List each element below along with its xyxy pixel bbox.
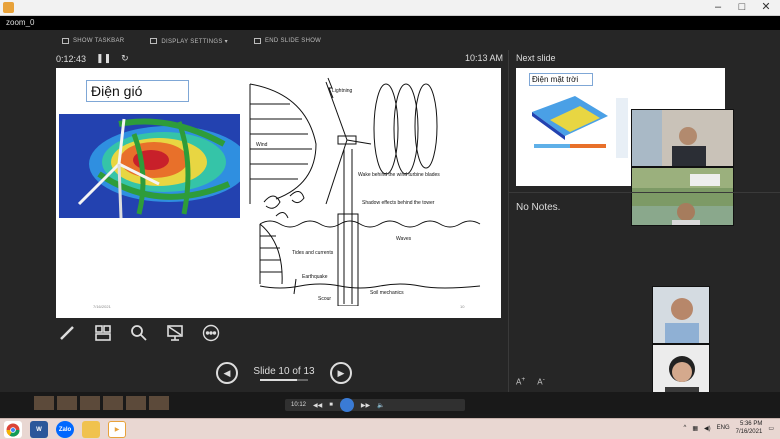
see-all-slides-icon[interactable] <box>92 322 114 344</box>
end-slide-show-button[interactable]: END SLIDE SHOW <box>253 34 321 48</box>
label-soil: Soil mechanics <box>370 290 404 296</box>
show-taskbar-button[interactable]: SHOW TASKBAR <box>62 34 124 48</box>
end-show-icon <box>253 38 261 44</box>
taskbar-date: 7/16/2021 <box>735 429 763 435</box>
turbine-loads-diagram: Lightning Wind Wake behind the wind turb… <box>249 77 481 306</box>
slide-counter-wrap: Slide 10 of 13 <box>246 366 322 381</box>
label-shadow: Shadow effects behind the tower <box>362 200 435 206</box>
slide-tools <box>56 322 222 344</box>
shared-app-2[interactable] <box>57 396 77 410</box>
speaker-icon[interactable]: ◀) <box>704 425 711 432</box>
chrome-icon[interactable] <box>4 421 22 438</box>
current-slide[interactable]: Điện gió Lightning Wind Wake behind the … <box>56 68 501 318</box>
shared-app-1[interactable] <box>34 396 54 410</box>
slide-progress-bar <box>260 378 308 381</box>
slide-number: 10 <box>460 304 465 309</box>
minimize-button[interactable]: – <box>706 0 730 16</box>
slide-counter: Slide 10 of 13 <box>253 365 315 377</box>
maximize-button[interactable]: □ <box>730 0 754 16</box>
taskbar-time: 5:36 PM <box>739 421 763 427</box>
increase-font-icon[interactable]: A+ <box>516 376 525 387</box>
pause-icon[interactable] <box>339 398 354 412</box>
presenter-view: SHOW TASKBAR DISPLAY SETTINGS ▾ END SLID… <box>0 30 780 404</box>
close-button[interactable]: ✕ <box>754 0 778 16</box>
next-slide-graphic <box>616 98 628 158</box>
slide-navigation: ◀ Slide 10 of 13 ▶ <box>216 362 352 384</box>
rewind-icon[interactable]: ◀◀ <box>313 402 322 409</box>
label-scour: Scour <box>318 296 331 302</box>
decrease-font-icon[interactable]: A- <box>537 376 545 387</box>
media-player-bar: 10:12 ◀◀ ■ ▶▶ 🔈 <box>285 398 465 412</box>
wind-turbine-cfd-image <box>59 114 240 218</box>
solar-panel-image <box>532 96 608 148</box>
video-participant-2[interactable] <box>631 167 734 226</box>
taskbar-clock[interactable]: 5:36 PM 7/16/2021 <box>736 420 763 436</box>
window-title: zoom_0 <box>0 16 780 30</box>
shared-app-5[interactable] <box>126 396 146 410</box>
shared-taskbar-apps <box>34 396 169 410</box>
file-explorer-icon[interactable] <box>82 421 100 438</box>
label-wind: Wind <box>256 142 268 148</box>
timer-row: 0:12:43 ❚❚ ↻ <box>56 53 129 64</box>
next-slide-label: Next slide <box>516 53 556 63</box>
player-time: 10:12 <box>291 402 307 408</box>
input-language[interactable]: ENG <box>717 425 730 431</box>
taskbar-apps: W Zalo ▶ <box>4 421 126 438</box>
network-icon[interactable]: ▦ <box>692 425 698 432</box>
window-title-bar: – □ ✕ <box>0 0 780 16</box>
app-icon <box>3 2 14 13</box>
zalo-icon[interactable]: Zalo <box>56 421 74 438</box>
slide-progress-fill <box>260 378 297 381</box>
video-participant-3[interactable] <box>652 286 710 344</box>
slide-date: 7/16/2021 <box>93 304 111 309</box>
pen-icon[interactable] <box>56 322 78 344</box>
notes-font-buttons: A+ A- <box>516 376 545 387</box>
current-time: 10:13 AM <box>465 53 504 63</box>
stop-icon[interactable]: ■ <box>329 402 333 408</box>
taskbar-icon <box>62 38 69 44</box>
display-icon <box>150 38 158 44</box>
label-waves: Waves <box>396 236 412 242</box>
pause-timer-icon[interactable]: ❚❚ <box>96 53 111 64</box>
video-participant-1[interactable] <box>631 109 734 167</box>
tray-arrow-icon[interactable]: ^ <box>683 425 686 431</box>
panel-divider <box>508 50 509 392</box>
previous-slide-button[interactable]: ◀ <box>216 362 238 384</box>
shared-app-3[interactable] <box>80 396 100 410</box>
notes-divider <box>509 192 780 193</box>
next-slide-button[interactable]: ▶ <box>330 362 352 384</box>
volume-icon[interactable]: 🔈 <box>377 402 384 409</box>
media-player-icon[interactable]: ▶ <box>108 421 126 438</box>
system-tray: ^ ▦ ◀) ENG 5:36 PM 7/16/2021 ▭ <box>683 420 774 436</box>
forward-icon[interactable]: ▶▶ <box>361 402 370 409</box>
label-earthquake: Earthquake <box>302 274 328 280</box>
notifications-icon[interactable]: ▭ <box>768 425 774 432</box>
label-wake: Wake behind the wind turbine blades <box>358 172 440 178</box>
elapsed-timer: 0:12:43 <box>56 53 87 64</box>
more-options-icon[interactable] <box>200 322 222 344</box>
restart-timer-icon[interactable]: ↻ <box>121 53 129 64</box>
display-settings-button[interactable]: DISPLAY SETTINGS ▾ <box>150 34 228 48</box>
shared-app-4[interactable] <box>103 396 123 410</box>
word-icon[interactable]: W <box>30 421 48 438</box>
slide-title: Điện gió <box>86 80 189 102</box>
windows-taskbar: W Zalo ▶ ^ ▦ ◀) ENG 5:36 PM 7/16/2021 ▭ <box>0 418 780 439</box>
presenter-toolbar: SHOW TASKBAR DISPLAY SETTINGS ▾ END SLID… <box>62 34 321 48</box>
label-tides: Tides and currents <box>292 250 334 256</box>
label-lightning: Lightning <box>332 88 353 94</box>
shared-app-6[interactable] <box>149 396 169 410</box>
speaker-notes: No Notes. <box>516 202 561 213</box>
next-slide-title: Điện mặt trời <box>529 73 593 86</box>
black-screen-icon[interactable] <box>164 322 186 344</box>
zoom-icon[interactable] <box>128 322 150 344</box>
